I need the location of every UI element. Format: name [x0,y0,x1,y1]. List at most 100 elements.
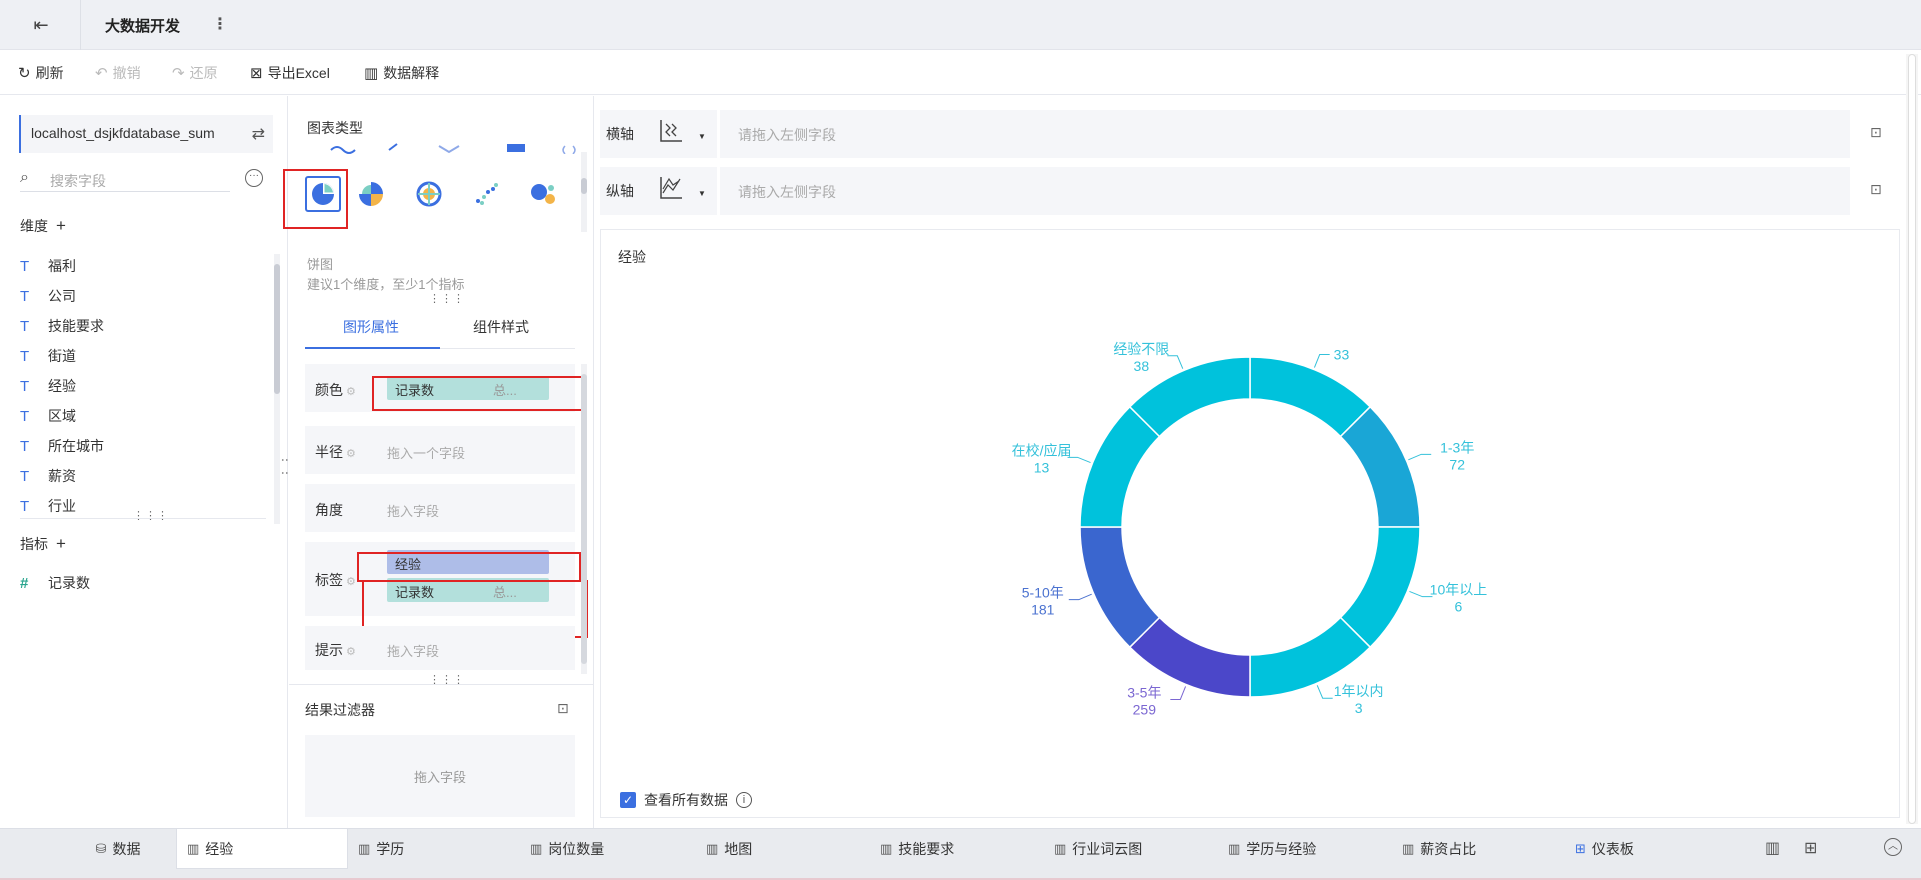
view-all-data-toggle[interactable]: ✓ 查看所有数据 i [620,790,752,810]
dimensions-header: 维度 + [20,216,66,236]
tab-skills[interactable]: ▥ 技能要求 [880,829,1020,869]
chart-config-panel: 图表类型 饼图 建议1个维度，至少1个指标 ⋮⋮⋮ 图形属性 组件样式 颜色 ⚙… [283,96,594,828]
tab-salary-share[interactable]: ▥ 薪资占比 [1402,829,1532,869]
label-leader-line [1313,354,1330,368]
dimension-field[interactable]: T 街道 [20,346,76,366]
chevron-down-icon[interactable]: ▼ [698,189,706,198]
data-label-name: 在校/应届 [1012,442,1072,458]
bubble-chart-type-icon[interactable] [525,176,561,212]
switch-dataset-icon[interactable]: ⇄ [252,124,265,144]
dimension-field[interactable]: T 经验 [20,376,76,396]
properties-scrollbar[interactable] [581,364,587,674]
tab-education-experience[interactable]: ▥ 学历与经验 [1228,829,1378,869]
measure-field[interactable]: # 记录数 [20,573,90,593]
divider [80,0,81,50]
field-label: 区域 [48,408,76,424]
add-dimension-icon[interactable]: + [56,216,66,235]
dataset-selector[interactable]: localhost_dsjkfdatabase_sum ⇄ [19,115,273,153]
seg-1-3-years[interactable] [1339,405,1421,528]
redo-button[interactable]: ↷ 还原 [172,63,218,83]
scatter-chart-type-icon[interactable] [469,176,505,212]
title-bar: ⇤ 大数据开发 ⋮ [0,0,1921,50]
label-leader-line [1408,453,1432,461]
highlight-box [357,552,581,582]
vertical-dots-icon[interactable]: ⋮ [212,14,228,34]
x-axis-placeholder: 请拖入左侧字段 [738,127,836,143]
export-excel-button[interactable]: ⊠ 导出Excel [250,63,330,83]
dimension-field[interactable]: T 薪资 [20,466,76,486]
resize-handle[interactable]: ⋮⋮⋮ [133,509,169,522]
seg-5-10-years[interactable] [1079,526,1161,649]
checkbox-checked-icon[interactable]: ✓ [620,792,636,808]
label-leader-line [1167,355,1184,369]
scrollbar[interactable] [274,254,280,524]
tooltip-property[interactable]: 提示 ⚙ 拖入字段 [305,626,575,670]
page-scrollbar[interactable] [1906,54,1918,824]
tab-map[interactable]: ▥ 地图 [706,829,826,869]
tab-industry-wordcloud[interactable]: ▥ 行业词云图 [1054,829,1204,869]
tab-experience[interactable]: ▥ 经验 [176,829,348,869]
lock-icon[interactable]: ⊡ [1870,181,1882,198]
settings-icon[interactable]: ⚙ [346,646,356,658]
collapse-up-icon[interactable]: ︿ [1884,838,1902,856]
tab-label: 经验 [205,840,234,857]
y-axis-label: 纵轴 [606,183,634,199]
more-options-icon[interactable]: ··· [245,169,263,187]
x-axis-type-icon[interactable] [658,118,698,148]
chart-type-scrollbar[interactable] [581,152,587,232]
tab-data[interactable]: ⛁ 数据 [58,829,178,869]
dimension-field[interactable]: T 区域 [20,406,76,426]
lock-icon[interactable]: ⊡ [1870,124,1882,141]
divider [20,518,266,519]
tab-job-count[interactable]: ▥ 岗位数量 [530,829,670,869]
y-axis-placeholder: 请拖入左侧字段 [738,184,836,200]
donut-chart: 331-3年7210年以上61年以内33-5年2595-10年181在校/应届1… [1012,341,1488,718]
angle-placeholder: 拖入字段 [387,504,440,519]
exit-icon[interactable]: ⇤ [30,14,52,36]
tab-component-style[interactable]: 组件样式 [473,317,529,337]
search-placeholder: 搜索字段 [50,173,106,189]
undo-button[interactable]: ↶ 撤销 [95,63,141,83]
filter-lock-icon[interactable]: ⊡ [557,700,569,717]
settings-icon[interactable]: ⚙ [346,576,356,588]
field-label: 街道 [48,348,76,364]
x-axis-dropzone[interactable]: 请拖入左侧字段 [720,110,1850,158]
dimension-field[interactable]: T 福利 [20,256,76,276]
refresh-button[interactable]: ↻ 刷新 [18,63,64,83]
tab-education[interactable]: ▥ 学历 [358,829,498,869]
radius-property[interactable]: 半径 ⚙ 拖入一个字段 [305,426,575,474]
dimension-field[interactable]: T 所在城市 [20,436,104,456]
add-dashboard-icon[interactable]: ⊞ [1804,838,1817,858]
data-explain-button[interactable]: ▥ 数据解释 [364,63,439,83]
result-filter-dropzone[interactable]: 拖入字段 [305,735,575,817]
active-tab-indicator [305,347,440,349]
y-axis-type-icon[interactable] [658,175,698,205]
chart-icon: ▥ [1054,841,1067,856]
tab-dashboard[interactable]: ⊞ 仪表板 [1575,829,1695,869]
dimension-field[interactable]: T 技能要求 [20,316,104,336]
tab-label: 数据 [112,841,141,857]
text-type-icon: T [20,437,30,455]
dimension-field[interactable]: T 公司 [20,286,76,306]
angle-property[interactable]: 角度 拖入字段 [305,484,575,532]
label-label: 标签 ⚙ [315,572,356,588]
text-type-icon: T [20,317,30,335]
dimension-field[interactable]: T 行业 [20,496,76,516]
tab-label: 仪表板 [1591,841,1634,857]
data-label-name: 5-10年 [1022,585,1064,601]
tab-graph-properties[interactable]: 图形属性 [343,317,399,337]
y-axis-dropzone[interactable]: 请拖入左侧字段 [720,167,1850,215]
multi-layer-pie-type-icon[interactable] [411,176,447,212]
field-label: 薪资 [48,468,76,484]
number-type-icon: # [20,574,29,592]
chevron-down-icon[interactable]: ▼ [698,132,706,141]
add-measure-icon[interactable]: + [56,534,66,553]
info-icon[interactable]: i [736,792,752,808]
data-label-value: 33 [1334,347,1350,363]
search-input[interactable]: ⌕ 搜索字段 [20,168,230,192]
rose-pie-chart-type-icon[interactable] [353,176,389,212]
settings-icon[interactable]: ⚙ [346,386,356,398]
settings-icon[interactable]: ⚙ [346,448,356,460]
text-type-icon: T [20,467,30,485]
add-chart-icon[interactable]: ▥ [1765,838,1780,858]
